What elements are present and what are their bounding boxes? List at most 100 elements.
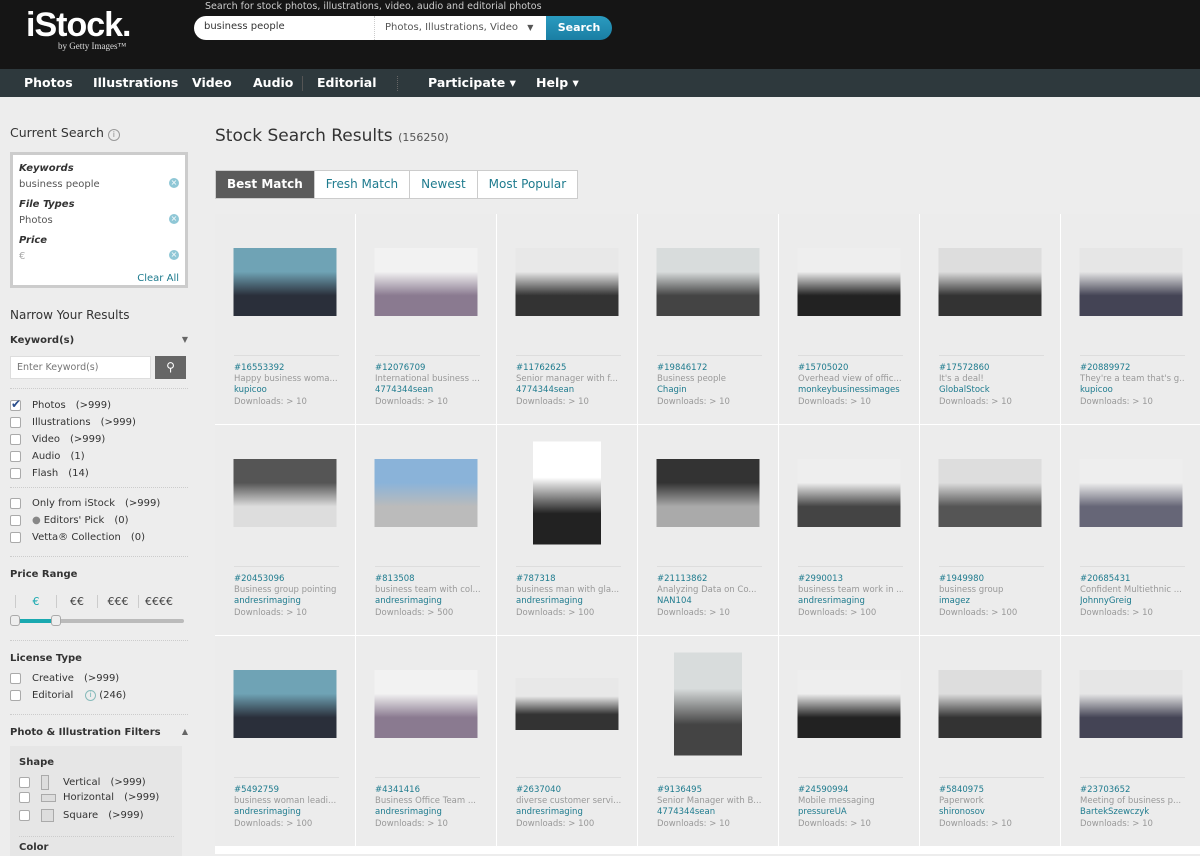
nav-audio[interactable]: Audio bbox=[253, 75, 293, 90]
result-thumbnail[interactable] bbox=[674, 652, 742, 756]
result-tile[interactable]: #4341416 Business Office Team ... andresri… bbox=[356, 636, 496, 846]
result-id[interactable]: #20889972 bbox=[1080, 363, 1185, 374]
result-id[interactable]: #19846172 bbox=[657, 363, 762, 374]
filter-checkbox-photos[interactable]: Photos (>999) bbox=[10, 397, 111, 411]
checkbox[interactable] bbox=[10, 515, 21, 526]
result-thumbnail[interactable] bbox=[374, 459, 478, 527]
result-thumbnail[interactable] bbox=[374, 248, 478, 316]
checkbox[interactable] bbox=[19, 777, 30, 788]
result-id[interactable]: #15705020 bbox=[798, 363, 903, 374]
filter-checkbox-square[interactable]: Square (>999) bbox=[19, 809, 144, 822]
result-thumbnail[interactable] bbox=[1079, 459, 1183, 527]
result-author[interactable]: BartekSzewczyk bbox=[1080, 807, 1185, 818]
remove-file-types-icon[interactable]: × bbox=[169, 214, 179, 224]
tab-fresh-match[interactable]: Fresh Match bbox=[313, 171, 410, 198]
result-tile[interactable]: #813508 business team with col... andresri… bbox=[356, 425, 496, 635]
filter-checkbox-horizontal[interactable]: Horizontal (>999) bbox=[19, 792, 159, 803]
result-tile[interactable]: #2990013 business team work in ... andresr… bbox=[779, 425, 919, 635]
checkbox[interactable] bbox=[10, 397, 21, 411]
result-id[interactable]: #787318 bbox=[516, 574, 621, 585]
checkbox[interactable] bbox=[10, 451, 21, 462]
result-tile[interactable]: #23703652 Meeting of business p... BartekS… bbox=[1061, 636, 1200, 846]
result-author[interactable]: JohnnyGreig bbox=[1080, 596, 1185, 607]
keyword-search-button[interactable]: ⚲ bbox=[155, 356, 186, 379]
result-id[interactable]: #9136495 bbox=[657, 785, 762, 796]
result-thumbnail[interactable] bbox=[938, 670, 1042, 738]
filter-checkbox-video[interactable]: Video (>999) bbox=[10, 434, 105, 445]
result-id[interactable]: #12076709 bbox=[375, 363, 480, 374]
tab-best-match[interactable]: Best Match bbox=[216, 171, 314, 198]
result-tile[interactable]: #5492759 business woman leadi... andresrim… bbox=[215, 636, 355, 846]
result-author[interactable]: NAN104 bbox=[657, 596, 762, 607]
filter-checkbox-illustrations[interactable]: Illustrations (>999) bbox=[10, 417, 136, 428]
filter-checkbox-only-from-istock[interactable]: Only from iStock (>999) bbox=[10, 498, 160, 509]
collapse-arrow-icon[interactable]: ▼ bbox=[182, 335, 188, 344]
checkbox[interactable] bbox=[10, 468, 21, 479]
result-tile[interactable]: #24590994 Mobile messaging pressureUA Downl… bbox=[779, 636, 919, 846]
result-author[interactable]: andresrimaging bbox=[516, 596, 621, 607]
checkbox[interactable] bbox=[19, 810, 30, 821]
result-author[interactable]: andresrimaging bbox=[234, 596, 339, 607]
nav-participate[interactable]: Participate ▾ bbox=[428, 75, 516, 90]
result-tile[interactable]: #20889972 They're a team that's g... kupic… bbox=[1061, 214, 1200, 424]
result-id[interactable]: #813508 bbox=[375, 574, 480, 585]
result-id[interactable]: #20453096 bbox=[234, 574, 339, 585]
result-thumbnail[interactable] bbox=[797, 459, 901, 527]
checkbox[interactable] bbox=[10, 434, 21, 445]
result-id[interactable]: #16553392 bbox=[234, 363, 339, 374]
result-id[interactable]: #17572860 bbox=[939, 363, 1044, 374]
price-level-2[interactable]: €€ bbox=[56, 595, 97, 608]
result-author[interactable]: andresrimaging bbox=[798, 596, 903, 607]
result-tile[interactable]: #15705020 Overhead view of offic... monkey… bbox=[779, 214, 919, 424]
tab-most-popular[interactable]: Most Popular bbox=[476, 171, 578, 198]
result-thumbnail[interactable] bbox=[797, 248, 901, 316]
filter-checkbox-editors-pick[interactable]: ● Editors' Pick (0) bbox=[10, 515, 129, 526]
result-tile[interactable]: #2637040 diverse customer servi... andresr… bbox=[497, 636, 637, 846]
result-tile[interactable]: #21113862 Analyzing Data on Co... NAN104 Do… bbox=[638, 425, 778, 635]
result-thumbnail[interactable] bbox=[656, 248, 760, 316]
result-thumbnail[interactable] bbox=[515, 248, 619, 316]
result-id[interactable]: #20685431 bbox=[1080, 574, 1185, 585]
result-author[interactable]: andresrimaging bbox=[375, 807, 480, 818]
price-level-4[interactable]: €€€€ bbox=[138, 595, 179, 608]
result-tile[interactable]: #1949980 business group imagez Downloads: >… bbox=[920, 425, 1060, 635]
result-thumbnail[interactable] bbox=[797, 670, 901, 738]
expand-arrow-icon[interactable]: ▲ bbox=[182, 727, 188, 736]
result-author[interactable]: shironosov bbox=[939, 807, 1044, 818]
checkbox[interactable] bbox=[10, 417, 21, 428]
result-id[interactable]: #24590994 bbox=[798, 785, 903, 796]
result-author[interactable]: imagez bbox=[939, 596, 1044, 607]
result-thumbnail[interactable] bbox=[233, 670, 337, 738]
result-tile[interactable]: #17572860 It's a deal! GlobalStock Download… bbox=[920, 214, 1060, 424]
filter-checkbox-vertical[interactable]: Vertical (>999) bbox=[19, 775, 146, 790]
result-id[interactable]: #23703652 bbox=[1080, 785, 1185, 796]
result-author[interactable]: kupicoo bbox=[234, 385, 339, 396]
result-tile[interactable]: #5840975 Paperwork shironosov Downloads: > … bbox=[920, 636, 1060, 846]
nav-video[interactable]: Video bbox=[192, 75, 232, 90]
result-author[interactable]: andresrimaging bbox=[375, 596, 480, 607]
price-slider-handle-max[interactable] bbox=[51, 615, 61, 626]
checkbox[interactable] bbox=[10, 673, 21, 684]
nav-editorial[interactable]: Editorial bbox=[317, 75, 377, 90]
result-tile[interactable]: #20685431 Confident Multiethnic ... Johnny… bbox=[1061, 425, 1200, 635]
checkbox[interactable] bbox=[19, 792, 30, 803]
result-author[interactable]: 4774344sean bbox=[375, 385, 480, 396]
result-tile[interactable]: #12076709 International business ... 47743… bbox=[356, 214, 496, 424]
result-thumbnail[interactable] bbox=[938, 248, 1042, 316]
result-author[interactable]: andresrimaging bbox=[516, 807, 621, 818]
result-id[interactable]: #2637040 bbox=[516, 785, 621, 796]
result-id[interactable]: #11762625 bbox=[516, 363, 621, 374]
price-level-1[interactable]: € bbox=[15, 595, 56, 608]
info-icon[interactable]: i bbox=[85, 690, 97, 701]
result-tile[interactable]: #16553392 Happy business woma... kupicoo Do… bbox=[215, 214, 355, 424]
result-author[interactable]: monkeybusinessimages bbox=[798, 385, 903, 396]
filter-checkbox-audio[interactable]: Audio (1) bbox=[10, 451, 85, 462]
filter-checkbox-flash[interactable]: Flash (14) bbox=[10, 468, 89, 479]
result-thumbnail[interactable] bbox=[1079, 670, 1183, 738]
result-tile[interactable]: #9136495 Senior Manager with B... 4774344s… bbox=[638, 636, 778, 846]
filter-checkbox-editorial[interactable]: Editorial i (246) bbox=[10, 690, 126, 701]
nav-photos[interactable]: Photos bbox=[24, 75, 73, 90]
result-thumbnail[interactable] bbox=[938, 459, 1042, 527]
result-author[interactable]: 4774344sean bbox=[657, 807, 762, 818]
remove-price-icon[interactable]: × bbox=[169, 250, 179, 260]
